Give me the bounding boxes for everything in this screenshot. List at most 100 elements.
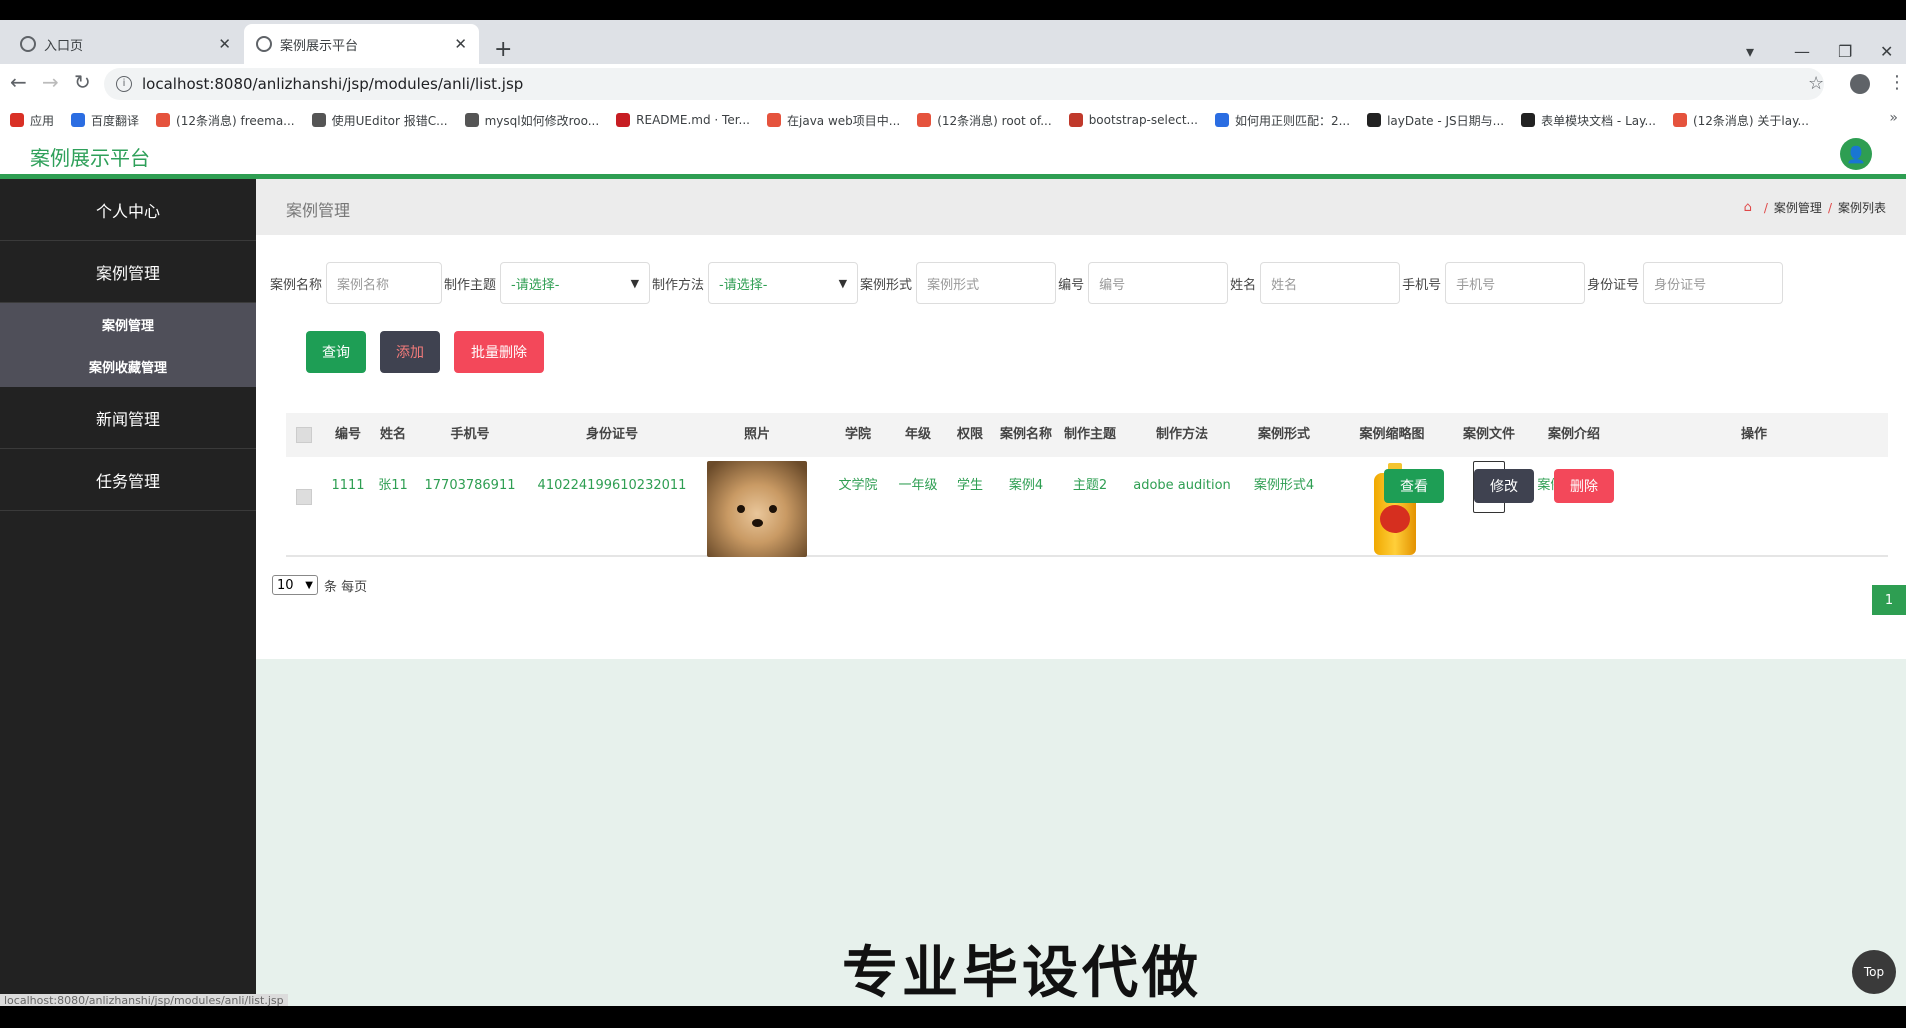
sidebar-subitem-case-favorites[interactable]: 案例收藏管理 <box>0 357 256 376</box>
filter-label: 案例形式 <box>860 277 913 293</box>
bookmarks-overflow-icon[interactable]: » <box>1889 110 1898 126</box>
chevron-down-icon: ▼ <box>838 276 848 290</box>
page-size-select[interactable]: 10 ▼ <box>272 575 318 595</box>
breadcrumb: ⌂ / 案例管理 / 案例列表 <box>1744 199 1886 216</box>
bookmark-label: bootstrap-select... <box>1088 113 1198 127</box>
bookmark-item[interactable]: mysql如何修改roo... <box>464 112 599 129</box>
method-select[interactable]: -请选择- ▼ <box>708 262 859 304</box>
column-header: 案例名称 <box>999 427 1053 442</box>
sidebar-item-label: 新闻管理 <box>95 409 160 429</box>
photo-detail <box>752 519 763 527</box>
add-button[interactable]: 添加 <box>380 331 440 373</box>
bookmark-item[interactable]: README.md · Ter... <box>616 113 750 127</box>
thumbnail-detail <box>1380 505 1410 533</box>
profile-icon[interactable] <box>1850 74 1870 94</box>
bookmark-item[interactable]: 使用UEditor 报错C... <box>311 112 448 129</box>
breadcrumb-item[interactable]: 案例管理 <box>1774 199 1822 216</box>
sidebar-item-label: 任务管理 <box>95 471 160 491</box>
bookmark-item[interactable]: layDate - JS日期与... <box>1367 112 1504 129</box>
status-bar-url: localhost:8080/anlizhanshi/jsp/modules/a… <box>0 994 288 1007</box>
bookmark-favicon-icon <box>1068 113 1083 127</box>
bookmark-item[interactable]: 应用 <box>10 112 54 129</box>
close-icon[interactable]: ✕ <box>454 35 467 53</box>
bookmark-item[interactable]: (12条消息) root of... <box>917 112 1052 129</box>
phone-input[interactable]: 手机号 <box>1445 262 1586 304</box>
minimize-icon[interactable]: — <box>1794 42 1810 61</box>
bookmark-favicon-icon <box>311 113 326 127</box>
bookmark-star-icon[interactable]: ☆ <box>1808 73 1824 94</box>
name-input[interactable]: 姓名 <box>1260 262 1401 304</box>
breadcrumb-separator: / <box>1763 200 1768 215</box>
select-value: 10 <box>277 577 294 593</box>
apps-grid-icon <box>10 113 24 127</box>
user-avatar-icon[interactable]: 👤 <box>1840 138 1872 170</box>
case-form-input[interactable]: 案例形式 <box>916 262 1057 304</box>
sidebar: 个人中心 案例管理 案例管理 案例收藏管理 新闻管理 任务管理 <box>0 179 256 1006</box>
bookmark-favicon-icon <box>464 113 479 127</box>
cell-case-name: 案例4 <box>1008 478 1044 493</box>
sidebar-submenu: 案例管理 案例收藏管理 <box>0 303 256 387</box>
bookmark-item[interactable]: (12条消息) 关于lay... <box>1672 112 1809 129</box>
query-button[interactable]: 查询 <box>306 331 366 373</box>
bookmark-label: (12条消息) freema... <box>176 113 295 128</box>
batch-delete-button[interactable]: 批量删除 <box>454 331 544 373</box>
delete-button[interactable]: 删除 <box>1554 469 1614 503</box>
sidebar-item-news[interactable]: 新闻管理 <box>0 387 256 449</box>
back-to-top-button[interactable]: Top <box>1852 950 1896 994</box>
chevron-down-icon: ▼ <box>630 276 640 290</box>
column-header: 案例形式 <box>1257 427 1311 442</box>
restore-icon[interactable]: ❐ <box>1838 42 1852 61</box>
bookmark-item[interactable]: 如何用正则匹配：2... <box>1214 112 1350 129</box>
back-icon[interactable]: ← <box>10 70 27 94</box>
bookmark-item[interactable]: 表单模块文档 - Lay... <box>1521 112 1656 129</box>
number-input[interactable]: 编号 <box>1088 262 1229 304</box>
case-name-input[interactable]: 案例名称 <box>326 262 443 304</box>
screen: 入口页 ✕ 案例展示平台 ✕ + ▾ — ❐ ✕ ← → ↻ i localho… <box>0 0 1906 1028</box>
browser-tab[interactable]: 入口页 ✕ <box>8 24 243 64</box>
bookmark-item[interactable]: 在java web项目中... <box>767 112 900 129</box>
brand-title[interactable]: 案例展示平台 <box>30 142 150 171</box>
bookmark-item[interactable]: (12条消息) freema... <box>156 112 295 129</box>
reload-icon[interactable]: ↻ <box>74 70 91 94</box>
input-placeholder: 姓名 <box>1271 277 1298 293</box>
home-icon[interactable]: ⌂ <box>1744 200 1752 215</box>
close-icon[interactable]: ✕ <box>218 35 231 53</box>
bookmark-favicon-icon <box>156 113 171 127</box>
app: 案例展示平台 👤 个人中心 案例管理 案例管理 案例收藏管理 新闻管理 任务管理… <box>0 136 1906 1006</box>
browser-menu-icon[interactable]: ⋮ <box>1888 72 1906 93</box>
url-field[interactable]: i localhost:8080/anlizhanshi/jsp/modules… <box>104 68 1824 100</box>
view-button[interactable]: 查看 <box>1384 469 1444 503</box>
sidebar-item-cases[interactable]: 案例管理 <box>0 241 256 303</box>
theme-select[interactable]: -请选择- ▼ <box>500 262 651 304</box>
app-header: 案例展示平台 👤 <box>0 136 1906 176</box>
bookmark-favicon-icon <box>616 113 631 127</box>
page-number-button[interactable]: 1 <box>1872 585 1906 615</box>
sidebar-item-tasks[interactable]: 任务管理 <box>0 449 256 511</box>
breadcrumb-separator: / <box>1827 200 1832 215</box>
sidebar-subitem-case-manage[interactable]: 案例管理 <box>0 315 256 334</box>
column-header: 身份证号 <box>585 427 639 442</box>
forward-icon[interactable]: → <box>42 70 59 94</box>
url-text: localhost:8080/anlizhanshi/jsp/modules/a… <box>142 75 524 93</box>
cell-method: adobe audition <box>1133 478 1231 493</box>
bookmarks-bar: 应用 百度翻译 (12条消息) freema... 使用UEditor 报错C... m… <box>0 104 1906 136</box>
row-checkbox[interactable] <box>296 489 312 505</box>
info-icon[interactable]: i <box>116 76 132 92</box>
column-header: 年级 <box>904 427 932 442</box>
cell-form: 案例形式4 <box>1253 478 1315 493</box>
edit-button[interactable]: 修改 <box>1474 469 1534 503</box>
bookmark-label: (12条消息) root of... <box>937 113 1052 128</box>
new-tab-button[interactable]: + <box>494 37 512 62</box>
browser-tab-active[interactable]: 案例展示平台 ✕ <box>244 24 479 64</box>
tab-search-icon[interactable]: ▾ <box>1746 42 1754 61</box>
bookmark-item[interactable]: 百度翻译 <box>71 112 139 129</box>
bookmark-item[interactable]: bootstrap-select... <box>1068 113 1198 127</box>
table-header: 编号 姓名 手机号 身份证号 照片 学院 年级 权限 案例名称 制作主题 制作方… <box>286 413 1888 457</box>
sidebar-item-profile[interactable]: 个人中心 <box>0 179 256 241</box>
cell-name: 张11 <box>378 478 408 493</box>
column-header: 案例文件 <box>1462 427 1516 442</box>
id-card-input[interactable]: 身份证号 <box>1643 262 1784 304</box>
select-all-checkbox[interactable] <box>296 427 312 443</box>
photo-detail <box>769 505 777 513</box>
close-window-icon[interactable]: ✕ <box>1880 42 1893 61</box>
